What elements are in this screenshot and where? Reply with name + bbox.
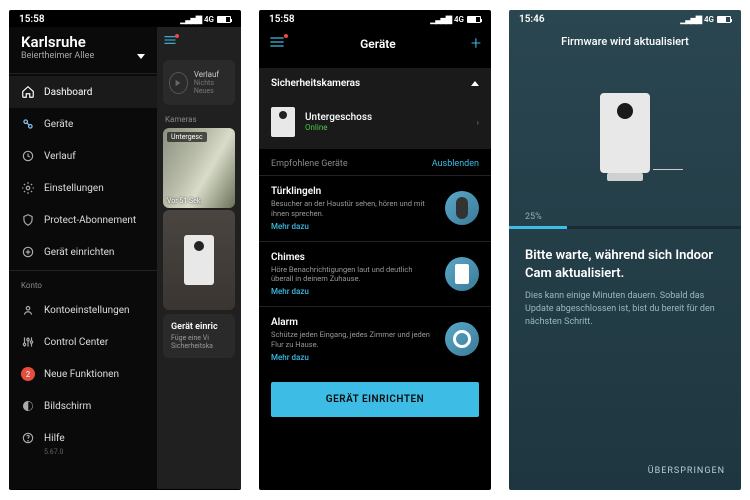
nav-history[interactable]: Verlauf bbox=[9, 140, 157, 172]
battery-icon bbox=[717, 16, 731, 23]
alarm-icon bbox=[445, 322, 479, 356]
chevron-right-icon: › bbox=[477, 118, 479, 127]
rec-doorbells[interactable]: Türklingeln Besucher an der Haustür sehe… bbox=[259, 175, 491, 241]
network-label: 4G bbox=[704, 15, 714, 24]
signal-icon: ▁▃▅▇ bbox=[430, 15, 451, 24]
location-subtitle[interactable]: Beiertheimer Allee bbox=[9, 51, 157, 71]
nav-new-features[interactable]: 2 Neue Funktionen bbox=[9, 358, 157, 390]
nav-screen[interactable]: Bildschirm bbox=[9, 390, 157, 422]
app-version: 5.67.0 bbox=[9, 448, 157, 456]
chime-icon bbox=[445, 257, 479, 291]
nav-control-center[interactable]: Control Center bbox=[9, 326, 157, 358]
nav-primary: Dashboard Geräte Verlauf Einstellungen P… bbox=[9, 76, 157, 268]
nav-devices[interactable]: Geräte bbox=[9, 108, 157, 140]
plus-circle-icon bbox=[21, 245, 35, 259]
indoor-cam-icon bbox=[600, 93, 650, 173]
camera-tile-2[interactable] bbox=[163, 210, 235, 310]
nav-account: Kontoeinstellungen Control Center 2 Neue… bbox=[9, 294, 157, 454]
status-time: 15:46 bbox=[519, 14, 545, 25]
network-label: 4G bbox=[204, 15, 214, 24]
update-heading: Bitte warte, während sich Indoor Cam akt… bbox=[509, 247, 741, 290]
battery-icon bbox=[467, 16, 481, 23]
help-icon bbox=[21, 431, 35, 445]
progress-bar-fill bbox=[509, 226, 567, 229]
more-link[interactable]: Mehr dazu bbox=[271, 353, 435, 362]
more-link[interactable]: Mehr dazu bbox=[271, 287, 435, 296]
rec-alarm[interactable]: Alarm Schütze jeden Eingang, jedes Zimme… bbox=[259, 306, 491, 372]
recommended-header: Empfohlene Geräte Ausblenden bbox=[259, 149, 491, 175]
update-title: Firmware wird aktualisiert bbox=[509, 27, 741, 62]
chevron-up-icon bbox=[471, 81, 479, 86]
menu-icon[interactable] bbox=[163, 35, 177, 48]
account-section-label: Konto bbox=[9, 273, 157, 294]
setup-device-button[interactable]: GERÄT EINRICHTEN bbox=[271, 382, 479, 417]
nav-setup-device[interactable]: Gerät einrichten bbox=[9, 236, 157, 268]
screen-devices: 15:58 ▁▃▅▇ 4G Geräte + Sicherheitskamera… bbox=[259, 10, 491, 490]
device-illustration bbox=[509, 62, 741, 212]
add-device-button[interactable]: + bbox=[471, 33, 481, 54]
progress-bar bbox=[509, 226, 741, 229]
screen-firmware-update: 15:46 ▁▃▅▇ 4G Firmware wird aktualisiert… bbox=[509, 10, 741, 490]
devices-icon bbox=[21, 117, 35, 131]
status-bar: 15:58 ▁▃▅▇ 4G bbox=[259, 10, 491, 27]
moon-icon bbox=[21, 399, 35, 413]
more-link[interactable]: Mehr dazu bbox=[271, 222, 435, 231]
security-cameras-section: Sicherheitskameras Untergeschoss Online … bbox=[259, 68, 491, 149]
history-card[interactable]: Verlauf Nichts Neues bbox=[163, 60, 235, 105]
cameras-label: Kameras bbox=[157, 109, 241, 126]
status-bar: 15:46 ▁▃▅▇ 4G bbox=[509, 10, 741, 27]
hide-button[interactable]: Ausblenden bbox=[432, 159, 479, 169]
history-icon bbox=[21, 149, 35, 163]
chevron-down-icon bbox=[137, 54, 145, 59]
user-icon bbox=[21, 303, 35, 317]
signal-icon: ▁▃▅▇ bbox=[680, 15, 701, 24]
battery-icon bbox=[217, 16, 231, 23]
setup-device-card[interactable]: Gerät einric Füge eine Vi Sicherheitska bbox=[163, 314, 235, 358]
skip-button[interactable]: ÜBERSPRINGEN bbox=[648, 466, 725, 476]
camera-tile-1[interactable]: Untergesc Vor 51 Sek. bbox=[163, 128, 235, 208]
status-indicators: ▁▃▅▇ 4G bbox=[430, 15, 481, 24]
status-bar: 15:58 ▁▃▅▇ 4G bbox=[9, 10, 241, 27]
status-time: 15:58 bbox=[269, 14, 295, 25]
camera-icon bbox=[271, 107, 295, 137]
rec-chimes[interactable]: Chimes Höre Benachrichtigungen laut und … bbox=[259, 241, 491, 307]
network-label: 4G bbox=[454, 15, 464, 24]
page-title: Geräte bbox=[360, 37, 396, 51]
new-features-badge: 2 bbox=[21, 367, 35, 381]
nav-account-settings[interactable]: Kontoeinstellungen bbox=[9, 294, 157, 326]
nav-dashboard[interactable]: Dashboard bbox=[9, 76, 157, 108]
progress-percent: 25% bbox=[509, 212, 741, 226]
shield-icon bbox=[21, 213, 35, 227]
nav-settings[interactable]: Einstellungen bbox=[9, 172, 157, 204]
nav-drawer: Karlsruhe Beiertheimer Allee Dashboard G… bbox=[9, 27, 157, 489]
dashboard-peek: Verlauf Nichts Neues Kameras Untergesc V… bbox=[157, 27, 241, 489]
nav-protect[interactable]: Protect-Abonnement bbox=[9, 204, 157, 236]
status-online: Online bbox=[305, 123, 467, 132]
section-header[interactable]: Sicherheitskameras bbox=[259, 68, 491, 99]
signal-icon: ▁▃▅▇ bbox=[180, 15, 201, 24]
sliders-icon bbox=[21, 335, 35, 349]
status-time: 15:58 bbox=[19, 14, 45, 25]
status-indicators: ▁▃▅▇ 4G bbox=[180, 15, 231, 24]
menu-icon[interactable] bbox=[269, 36, 285, 51]
status-indicators: ▁▃▅▇ 4G bbox=[680, 15, 731, 24]
screen-sidebar: 15:58 ▁▃▅▇ 4G Karlsruhe Beiertheimer All… bbox=[9, 10, 241, 490]
location-title[interactable]: Karlsruhe bbox=[9, 27, 157, 51]
home-icon bbox=[21, 85, 35, 99]
play-icon bbox=[169, 72, 188, 94]
gear-icon bbox=[21, 181, 35, 195]
devices-header: Geräte + bbox=[259, 27, 491, 62]
device-row-basement[interactable]: Untergeschoss Online › bbox=[259, 99, 491, 149]
doorbell-icon bbox=[445, 191, 479, 225]
update-body: Dies kann einige Minuten dauern. Sobald … bbox=[509, 290, 741, 329]
